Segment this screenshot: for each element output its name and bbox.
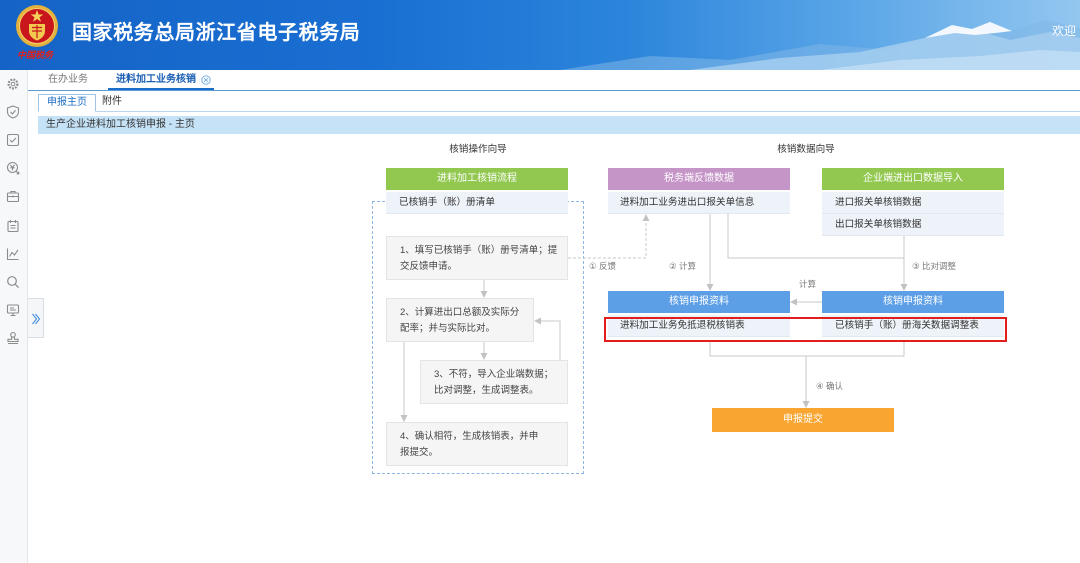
step-3-line-2: 比对调整，生成调整表。	[434, 385, 539, 396]
verified-manual-list-item[interactable]: 已核销手（账）册清单	[386, 192, 568, 214]
customs-data-adjustment-table-item[interactable]: 已核销手（账）册海关数据调整表	[822, 315, 1004, 337]
tab-processing-verification[interactable]: 进料加工业务核销	[116, 74, 196, 86]
subtab-declaration-home[interactable]: 申报主页	[38, 94, 96, 112]
checkbox-icon[interactable]	[6, 133, 20, 147]
tab-in-progress[interactable]: 在办业务	[48, 74, 88, 86]
subtab-attachments[interactable]: 附件	[102, 94, 122, 112]
import-declaration-data-item[interactable]: 进口报关单核销数据	[822, 192, 1004, 214]
close-circle-icon[interactable]	[201, 75, 211, 85]
step-3-line-1: 3、不符，导入企业端数据；	[434, 369, 554, 380]
active-tab-indicator	[108, 88, 214, 90]
flow-label-feedback: ① 反馈	[589, 261, 616, 271]
data-guide-title: 核销数据向导	[777, 144, 835, 155]
process-header: 进料加工核销流程	[386, 168, 568, 190]
search-icon[interactable]	[6, 275, 20, 289]
step-3: 3、不符，导入企业端数据； 比对调整，生成调整表。	[420, 360, 568, 404]
expand-sidebar-icon	[32, 313, 41, 325]
refund-icon[interactable]	[6, 161, 20, 175]
line-confirm-join	[709, 342, 905, 357]
briefcase-icon[interactable]	[6, 189, 20, 203]
tax-exemption-verification-table-item[interactable]: 进料加工业务免抵退税核销表	[608, 315, 790, 337]
customs-declaration-info-item[interactable]: 进料加工业务进出口报关单信息	[608, 192, 790, 214]
step-1-line-1: 1、填写已核销手（账）册号清单；提	[400, 245, 558, 256]
step-1-line-2: 交反馈申请。	[400, 261, 458, 272]
emblem-caption: 中国税务	[17, 50, 54, 60]
calendar-icon[interactable]	[6, 219, 20, 233]
step-2: 2、计算进出口总额及实际分 配率；并与实际比对。	[386, 298, 534, 342]
flow-label-compare-adjust: ③ 比对调整	[912, 261, 956, 271]
flow-label-calculate: ② 计算	[669, 261, 696, 271]
export-declaration-data-item[interactable]: 出口报关单核销数据	[822, 214, 1004, 236]
monitor-icon[interactable]	[6, 303, 20, 317]
shield-check-icon[interactable]	[6, 105, 20, 119]
stamp-icon[interactable]	[6, 331, 20, 345]
declare-materials-header-left: 核销申报资料	[608, 291, 790, 313]
tab-bar: 在办业务 进料加工业务核销	[28, 70, 1080, 91]
step-2-line-2: 配率；并与实际比对。	[400, 323, 496, 334]
sub-tab-bar: 申报主页 附件	[38, 94, 1080, 112]
chart-icon[interactable]	[6, 247, 20, 261]
site-header: 中国税务 国家税务总局浙江省电子税务局 欢迎	[0, 0, 1080, 70]
operation-guide-title: 核销操作向导	[449, 144, 507, 155]
settings-icon[interactable]	[6, 77, 20, 91]
welcome-text: 欢迎	[1052, 24, 1077, 38]
declare-materials-header-right: 核销申报资料	[822, 291, 1004, 313]
step-2-line-1: 2、计算进出口总额及实际分	[400, 307, 520, 318]
step-4: 4、确认相符，生成核销表，并申 报提交。	[386, 422, 568, 466]
sidebar	[0, 70, 28, 563]
submit-declaration-button[interactable]: 申报提交	[712, 408, 894, 432]
flow-label-confirm: ④ 确认	[816, 381, 843, 391]
tax-emblem-logo	[14, 3, 60, 49]
step-4-line-1: 4、确认相符，生成核销表，并申	[400, 431, 539, 442]
step-4-line-2: 报提交。	[400, 447, 439, 458]
site-title: 国家税务总局浙江省电子税务局	[72, 22, 361, 44]
flow-label-calculate-cross: 计算	[799, 279, 817, 289]
sidebar-toggle[interactable]	[28, 298, 44, 338]
enterprise-import-header: 企业端进出口数据导入	[822, 168, 1004, 190]
step-1: 1、填写已核销手（账）册号清单；提 交反馈申请。	[386, 236, 568, 280]
tax-feedback-header: 税务端反馈数据	[608, 168, 790, 190]
page-title: 生产企业进料加工核销申报 - 主页	[38, 116, 1080, 134]
